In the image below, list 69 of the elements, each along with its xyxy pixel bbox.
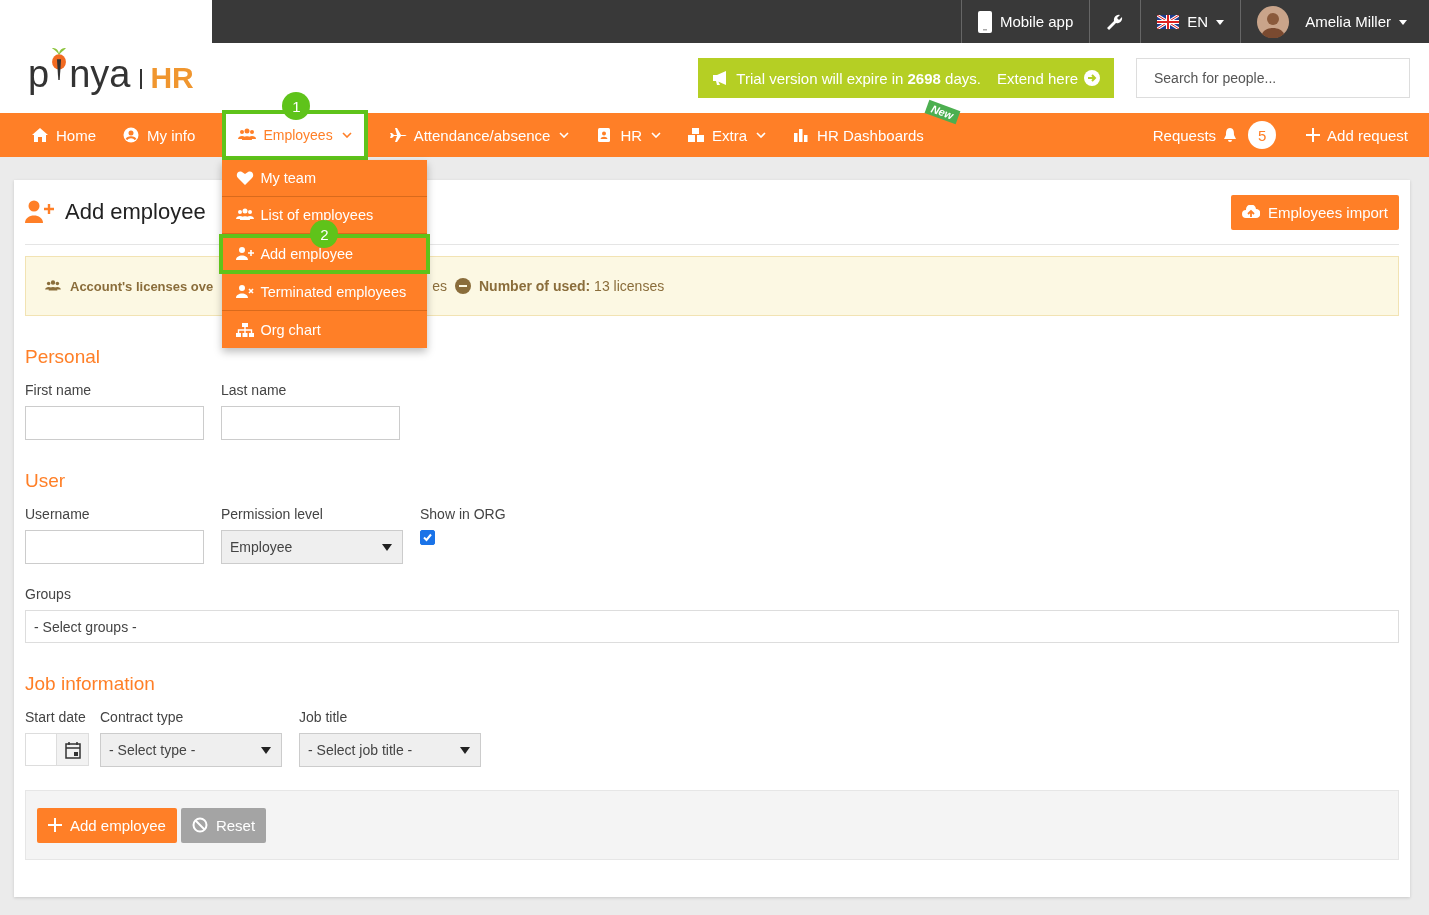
heart-icon bbox=[236, 170, 255, 186]
arrow-circle-icon bbox=[1084, 70, 1100, 86]
language-button[interactable]: EN bbox=[1140, 0, 1241, 43]
date-field[interactable] bbox=[25, 733, 57, 766]
add-employee-button[interactable]: Add employee bbox=[37, 807, 177, 843]
reset-button[interactable]: Reset bbox=[180, 807, 267, 843]
user-remove-icon bbox=[236, 284, 255, 300]
users-icon bbox=[43, 279, 63, 293]
nav-item[interactable]: My info bbox=[109, 113, 209, 157]
field-label: Last name bbox=[221, 382, 288, 398]
users-icon bbox=[238, 127, 257, 143]
page-title: Add employee bbox=[65, 199, 206, 225]
user-menu[interactable]: Amelia Miller bbox=[1240, 0, 1421, 43]
section-heading: User bbox=[25, 470, 67, 492]
menu-item[interactable]: Org chart bbox=[222, 311, 428, 348]
user-add-icon bbox=[236, 246, 255, 262]
plus-icon bbox=[1306, 128, 1321, 142]
plus-icon bbox=[48, 818, 62, 832]
search-field[interactable]: Search for people... bbox=[1136, 58, 1410, 98]
employees-import-button[interactable]: Employees import bbox=[1230, 194, 1399, 230]
user-circle-icon bbox=[122, 127, 140, 143]
flag-icon bbox=[1157, 14, 1180, 29]
section-heading: Job information bbox=[25, 673, 156, 695]
logo[interactable]: p nya HR bbox=[0, 0, 212, 113]
nav-item[interactable]: HR bbox=[582, 113, 675, 157]
input-field[interactable] bbox=[25, 530, 204, 564]
field-label: Username bbox=[25, 506, 91, 522]
mobile-app-button[interactable]: Mobile app bbox=[960, 0, 1090, 43]
select-field[interactable]: - Select type - bbox=[100, 733, 282, 767]
org-chart-icon bbox=[236, 321, 255, 338]
cubes-icon bbox=[687, 127, 706, 143]
field-label: Contract type bbox=[100, 709, 185, 725]
licenses-text: es bbox=[432, 278, 447, 294]
section-heading: Personal bbox=[25, 346, 101, 368]
field-label: First name bbox=[25, 382, 93, 398]
calendar-icon bbox=[64, 740, 81, 759]
users-icon bbox=[236, 207, 255, 223]
phone-icon bbox=[977, 10, 992, 33]
bell-icon bbox=[1223, 127, 1238, 143]
calendar-button[interactable] bbox=[57, 733, 89, 766]
select-field[interactable]: Employee bbox=[221, 530, 403, 564]
ban-icon bbox=[191, 817, 208, 833]
input-field[interactable] bbox=[25, 406, 204, 440]
nav-item[interactable]: Extra bbox=[674, 113, 780, 157]
user-add-icon bbox=[25, 200, 55, 224]
add-request-link[interactable]: Add request bbox=[1293, 113, 1421, 157]
select-field[interactable]: - Select job title - bbox=[299, 733, 481, 767]
groups-field[interactable]: - Select groups - bbox=[25, 610, 1399, 643]
requests-link[interactable]: Requests 5 bbox=[1139, 113, 1290, 157]
cloud-upload-icon bbox=[1241, 205, 1260, 219]
menu-item[interactable]: My team bbox=[222, 160, 428, 197]
minus-circle-icon bbox=[455, 278, 471, 294]
field-label: Groups bbox=[25, 586, 72, 602]
licenses-text: Account's licenses ove bbox=[70, 278, 214, 294]
airplane-icon bbox=[388, 127, 407, 143]
nav-item[interactable]: Home bbox=[18, 113, 109, 157]
step-marker: 2 bbox=[310, 220, 339, 248]
trial-banner[interactable]: Trial version will expire in 2698 days. Extend here bbox=[698, 58, 1114, 98]
count-badge: 5 bbox=[1248, 121, 1277, 149]
field-label: Permission level bbox=[221, 506, 324, 522]
checkbox[interactable] bbox=[420, 530, 435, 545]
nav-item[interactable]: Attendance/absence bbox=[375, 113, 583, 157]
home-icon bbox=[31, 127, 49, 143]
field-label: Show in ORG bbox=[420, 506, 506, 522]
field-label: Start date bbox=[25, 709, 87, 725]
input-field[interactable] bbox=[221, 406, 400, 440]
licenses-used: Number of used: 13 licenses bbox=[479, 278, 665, 294]
field-label: Job title bbox=[299, 709, 349, 725]
bar-chart-icon bbox=[792, 127, 811, 143]
